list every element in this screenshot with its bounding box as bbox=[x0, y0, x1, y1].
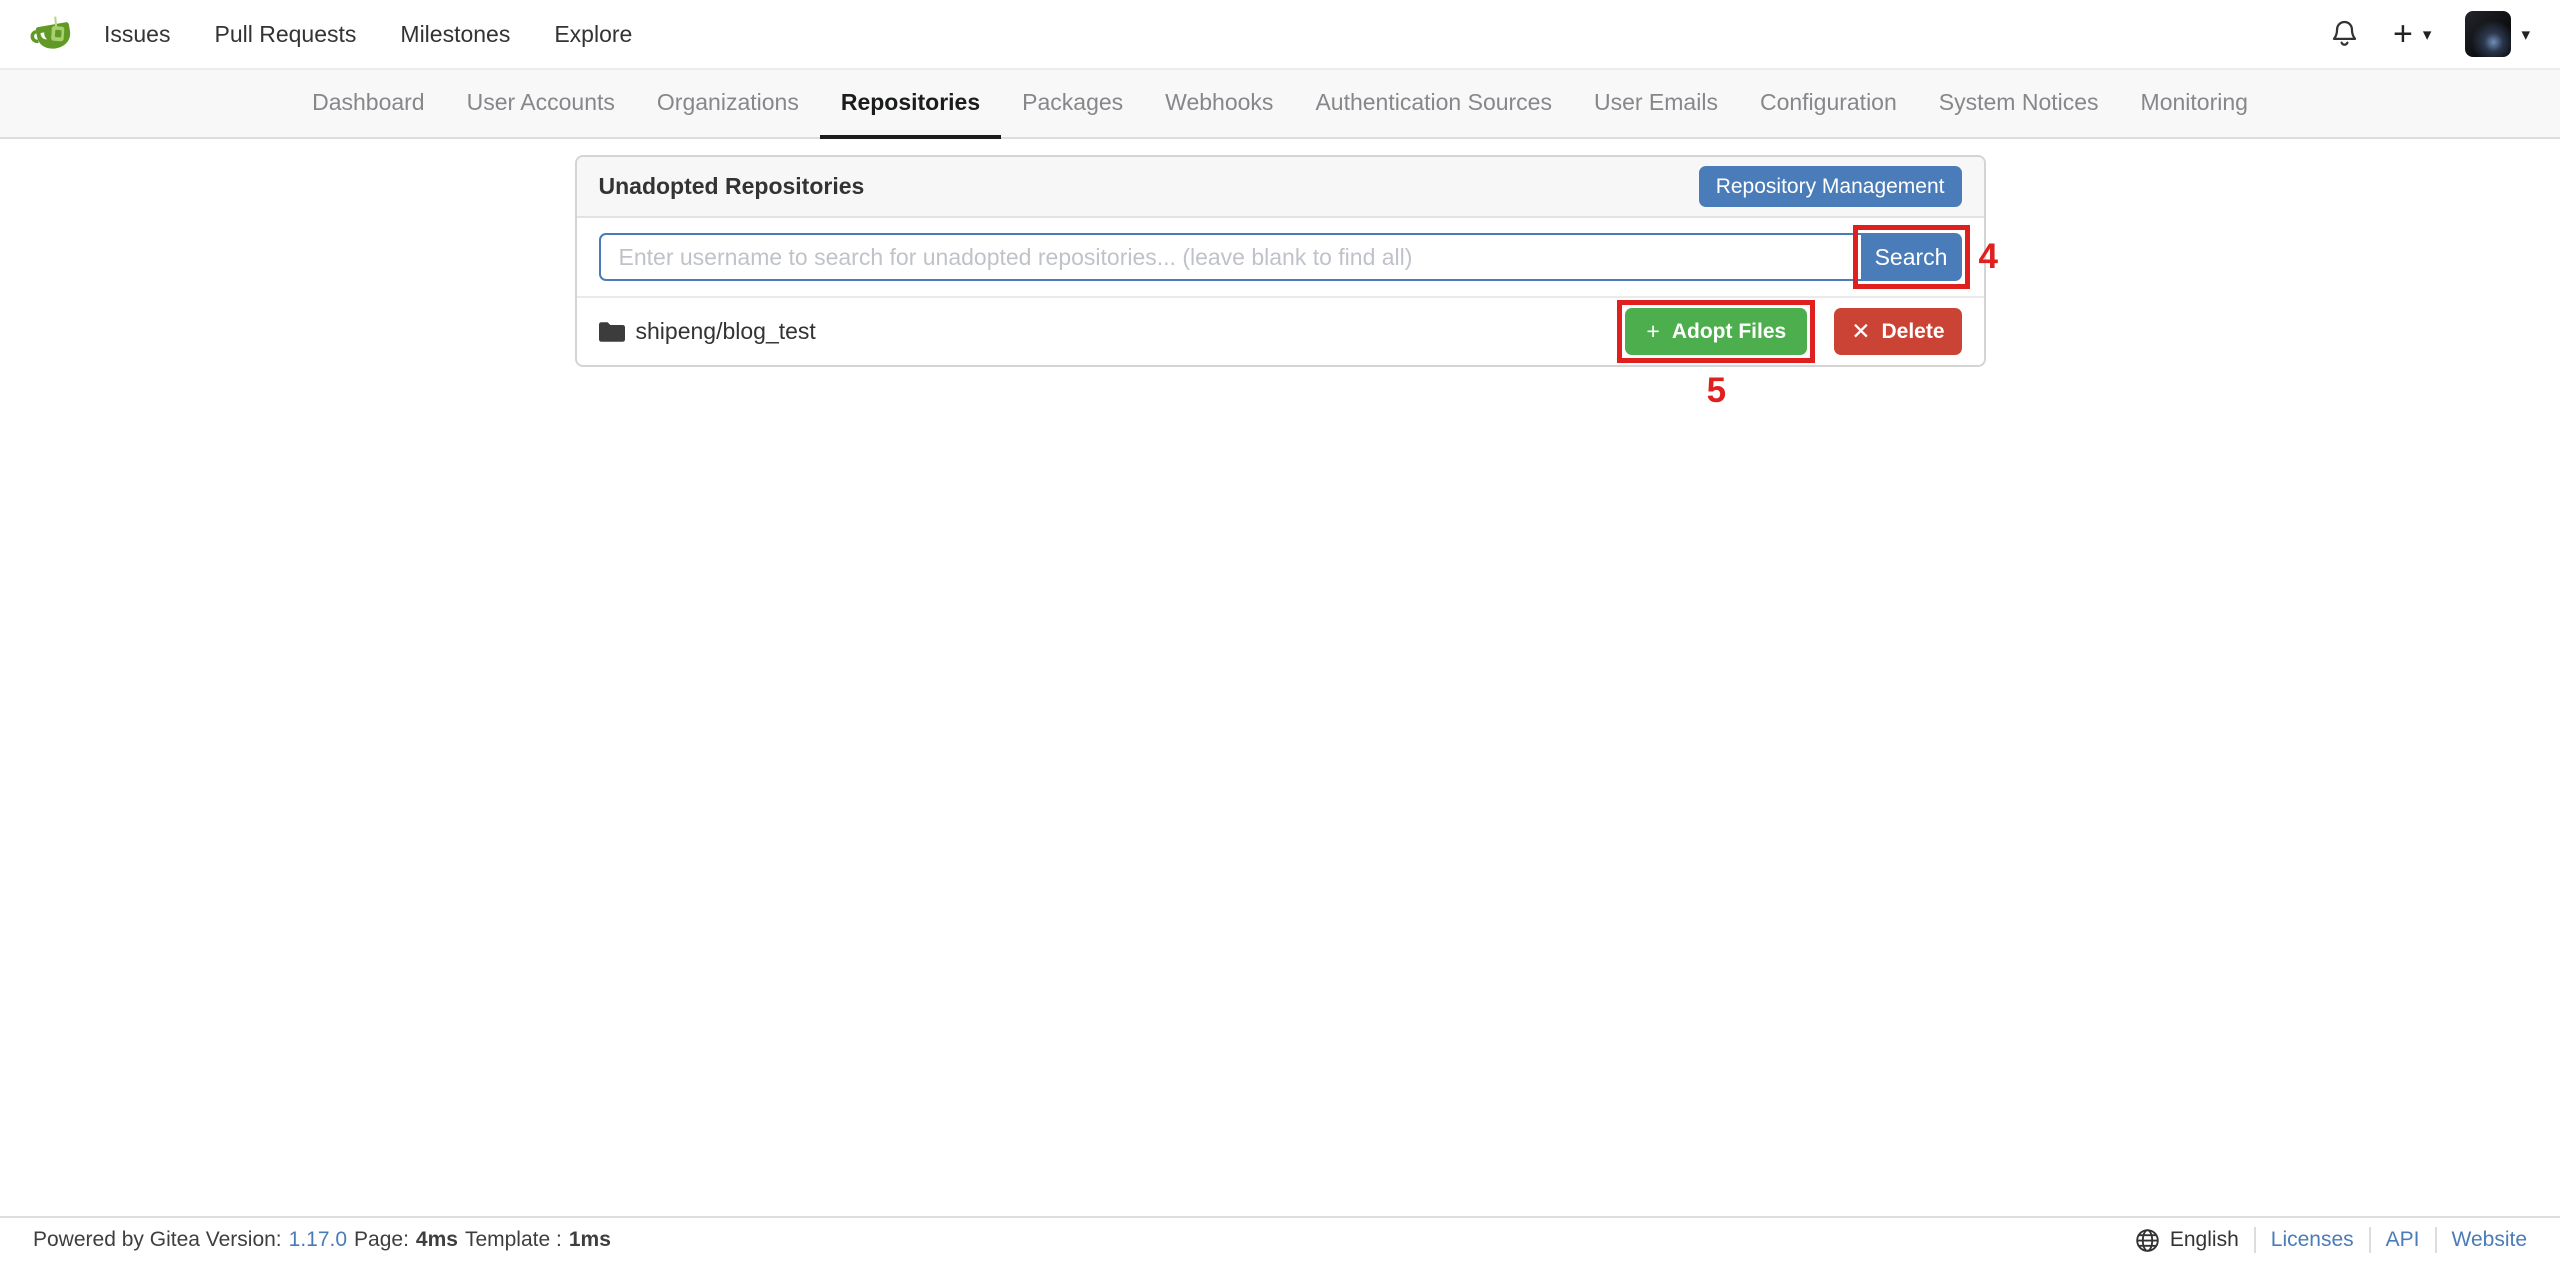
delete-label: Delete bbox=[1881, 320, 1944, 344]
footer-divider bbox=[2369, 1227, 2371, 1253]
tab-authentication-sources[interactable]: Authentication Sources bbox=[1294, 70, 1573, 139]
search-button-wrapper: Search 4 bbox=[1861, 233, 1962, 281]
nav-pull-requests[interactable]: Pull Requests bbox=[192, 0, 378, 68]
version-link[interactable]: 1.17.0 bbox=[289, 1228, 347, 1252]
main-nav: Issues Pull Requests Milestones Explore bbox=[82, 0, 654, 68]
top-navbar: Issues Pull Requests Milestones Explore … bbox=[0, 0, 2560, 68]
tab-monitoring[interactable]: Monitoring bbox=[2120, 70, 2269, 139]
adopt-button-wrapper: + Adopt Files 5 bbox=[1625, 308, 1807, 355]
repository-management-button[interactable]: Repository Management bbox=[1699, 166, 1962, 207]
tab-webhooks[interactable]: Webhooks bbox=[1144, 70, 1294, 139]
footer-link-licenses[interactable]: Licenses bbox=[2271, 1228, 2354, 1252]
create-new-dropdown[interactable]: + ▾ bbox=[2393, 17, 2431, 51]
tab-system-notices[interactable]: System Notices bbox=[1918, 70, 2120, 139]
close-icon: ✕ bbox=[1851, 320, 1870, 343]
panel-header: Unadopted Repositories Repository Manage… bbox=[577, 157, 1984, 218]
admin-tabs-bar: Dashboard User Accounts Organizations Re… bbox=[0, 68, 2560, 139]
repo-row: shipeng/blog_test + Adopt Files 5 ✕ Dele… bbox=[577, 296, 1984, 365]
tab-packages[interactable]: Packages bbox=[1001, 70, 1144, 139]
folder-icon bbox=[599, 319, 625, 345]
nav-issues[interactable]: Issues bbox=[82, 0, 192, 68]
footer-link-api[interactable]: API bbox=[2386, 1228, 2420, 1252]
template-time-value: 1ms bbox=[569, 1228, 611, 1252]
footer-link-website[interactable]: Website bbox=[2452, 1228, 2527, 1252]
tab-repositories[interactable]: Repositories bbox=[820, 70, 1001, 139]
plus-icon: + bbox=[2393, 17, 2413, 51]
powered-by-text: Powered by Gitea Version: bbox=[33, 1228, 282, 1252]
annotation-step-4: 4 bbox=[1979, 237, 1998, 277]
repo-name: shipeng/blog_test bbox=[636, 318, 816, 345]
tab-dashboard[interactable]: Dashboard bbox=[291, 70, 446, 139]
plus-icon: + bbox=[1646, 320, 1659, 343]
search-input[interactable] bbox=[599, 233, 1861, 281]
nav-explore[interactable]: Explore bbox=[532, 0, 654, 68]
page-time-label: Page: bbox=[354, 1228, 409, 1252]
footer: Powered by Gitea Version: 1.17.0 Page: 4… bbox=[0, 1216, 2560, 1262]
annotation-step-5: 5 bbox=[1707, 371, 1726, 411]
tab-user-accounts[interactable]: User Accounts bbox=[446, 70, 636, 139]
chevron-down-icon: ▾ bbox=[2521, 26, 2530, 43]
page-title: Unadopted Repositories bbox=[599, 173, 865, 200]
template-time-label: Template : bbox=[465, 1228, 562, 1252]
footer-divider bbox=[2435, 1227, 2437, 1253]
avatar bbox=[2465, 11, 2511, 57]
tab-organizations[interactable]: Organizations bbox=[636, 70, 820, 139]
footer-divider bbox=[2254, 1227, 2256, 1253]
repo-info: shipeng/blog_test bbox=[599, 318, 816, 345]
footer-powered-by: Powered by Gitea Version: 1.17.0 Page: 4… bbox=[33, 1228, 611, 1252]
navbar-right-cluster: + ▾ ▾ bbox=[2330, 11, 2530, 57]
nav-milestones[interactable]: Milestones bbox=[378, 0, 532, 68]
main-content: Unadopted Repositories Repository Manage… bbox=[0, 155, 2560, 367]
repo-actions: + Adopt Files 5 ✕ Delete bbox=[1625, 308, 1961, 355]
notifications-bell-icon[interactable] bbox=[2330, 19, 2359, 50]
adopt-files-label: Adopt Files bbox=[1672, 320, 1786, 344]
search-section: Search 4 bbox=[577, 218, 1984, 296]
tab-configuration[interactable]: Configuration bbox=[1739, 70, 1918, 139]
search-button[interactable]: Search bbox=[1861, 233, 1962, 281]
globe-icon bbox=[2135, 1228, 2160, 1253]
adopt-files-button[interactable]: + Adopt Files bbox=[1625, 308, 1807, 355]
language-label: English bbox=[2170, 1228, 2239, 1252]
user-menu[interactable]: ▾ bbox=[2465, 11, 2530, 57]
tab-user-emails[interactable]: User Emails bbox=[1573, 70, 1739, 139]
footer-links: English Licenses API Website bbox=[2135, 1227, 2527, 1253]
language-selector[interactable]: English bbox=[2135, 1228, 2239, 1253]
page-time-value: 4ms bbox=[416, 1228, 458, 1252]
gitea-logo-icon[interactable] bbox=[30, 11, 76, 57]
chevron-down-icon: ▾ bbox=[2423, 26, 2432, 43]
delete-button[interactable]: ✕ Delete bbox=[1834, 308, 1961, 355]
unadopted-repositories-panel: Unadopted Repositories Repository Manage… bbox=[575, 155, 1986, 367]
